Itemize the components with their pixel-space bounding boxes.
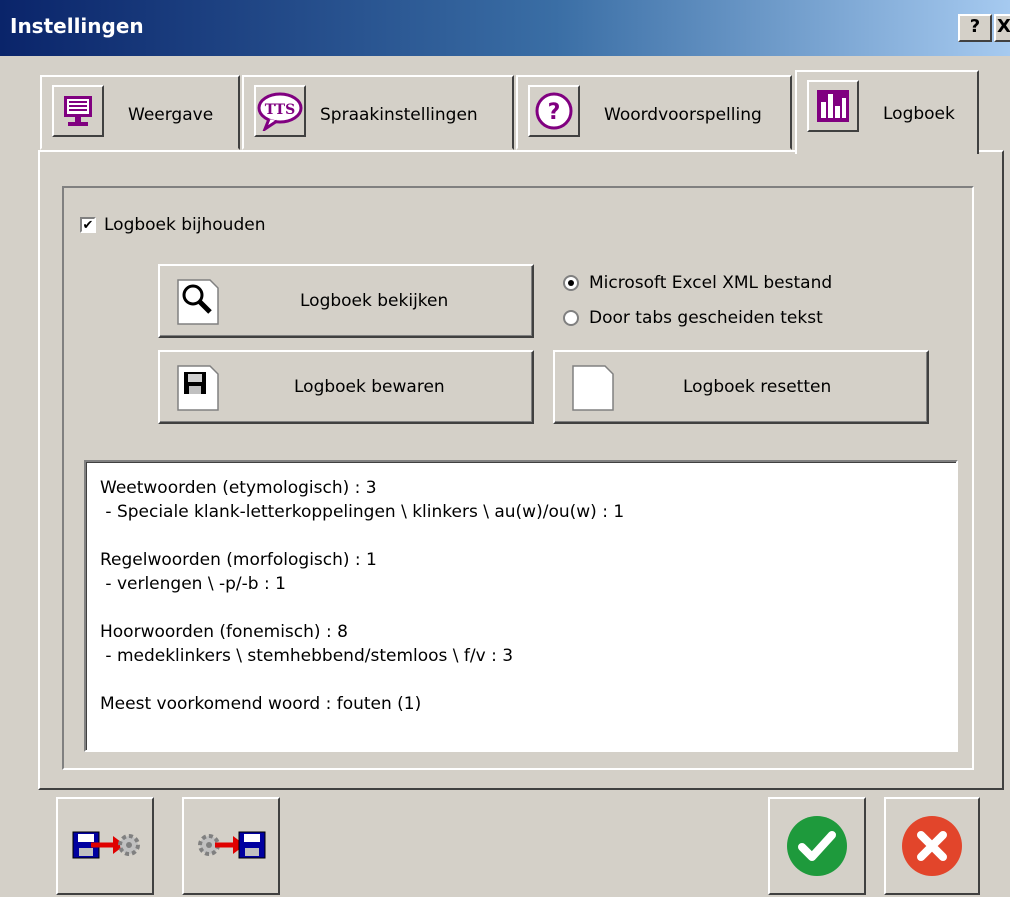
tab-label: Woordvoorspelling [604, 105, 762, 125]
format-option-excel[interactable]: Microsoft Excel XML bestand [563, 273, 832, 293]
save-log-label: Logboek bewaren [294, 377, 445, 397]
log-line: Weetwoorden (etymologisch) : 3 [100, 478, 377, 498]
monitor-icon [52, 85, 104, 137]
keep-log-checkbox-row[interactable]: ✔ Logboek bijhouden [80, 215, 265, 235]
format-option-tabs[interactable]: Door tabs gescheiden tekst [563, 308, 823, 328]
tab-label: Logboek [883, 104, 955, 124]
settings-to-save-icon [198, 831, 266, 859]
reset-log-label: Logboek resetten [683, 377, 832, 397]
ok-button[interactable] [768, 797, 866, 895]
chart-icon [807, 80, 859, 132]
svg-text:TTS: TTS [265, 102, 295, 118]
log-output-text[interactable]: Weetwoorden (etymologisch) : 3 - Special… [84, 460, 958, 752]
cancel-button[interactable] [884, 797, 980, 895]
radio-excel-label: Microsoft Excel XML bestand [589, 273, 833, 293]
keep-log-checkbox[interactable]: ✔ [80, 217, 96, 233]
log-line: - Speciale klank-letterkoppelingen \ kli… [100, 502, 625, 522]
tab-logboek[interactable]: Logboek [795, 70, 979, 154]
checkmark-icon [787, 816, 847, 876]
import-settings-button[interactable] [182, 797, 280, 895]
svg-text:?: ? [548, 100, 561, 125]
log-line: - verlengen \ -p/-b : 1 [100, 574, 286, 594]
export-settings-button[interactable] [56, 797, 154, 895]
close-button[interactable]: X [994, 14, 1010, 42]
view-log-button[interactable]: Logboek bekijken [158, 264, 534, 338]
radio-tabs[interactable] [563, 310, 579, 326]
log-line: Regelwoorden (morfologisch) : 1 [100, 550, 377, 570]
tab-woordvoorspelling[interactable]: ? Woordvoorspelling [516, 75, 792, 150]
question-icon: ? [528, 85, 580, 137]
title-bar: Instellingen ? X [0, 0, 1010, 56]
blank-page-icon [569, 364, 617, 412]
floppy-icon [174, 364, 222, 412]
window-title: Instellingen [10, 14, 144, 38]
view-log-label: Logboek bekijken [300, 291, 449, 311]
save-to-settings-icon [72, 831, 140, 859]
radio-excel[interactable] [563, 275, 579, 291]
log-line: - medeklinkers \ stemhebbend/stemloos \ … [100, 646, 514, 666]
tts-icon: TTS [254, 85, 306, 137]
save-log-button[interactable]: Logboek bewaren [158, 350, 534, 424]
tab-weergave[interactable]: Weergave [40, 75, 240, 150]
help-button[interactable]: ? [958, 14, 992, 42]
keep-log-label: Logboek bijhouden [104, 215, 266, 235]
radio-tabs-label: Door tabs gescheiden tekst [589, 308, 823, 328]
tab-label: Spraakinstellingen [320, 105, 478, 125]
settings-window: Instellingen ? X Weergave TTS Spraakinst… [0, 0, 1010, 897]
log-line: Hoorwoorden (fonemisch) : 8 [100, 622, 348, 642]
reset-log-button[interactable]: Logboek resetten [553, 350, 929, 424]
tab-spraakinstellingen[interactable]: TTS Spraakinstellingen [242, 75, 514, 150]
tab-label: Weergave [128, 105, 214, 125]
log-line: Meest voorkomend woord : fouten (1) [100, 694, 422, 714]
magnifier-icon [174, 278, 222, 326]
cancel-x-icon [902, 816, 962, 876]
